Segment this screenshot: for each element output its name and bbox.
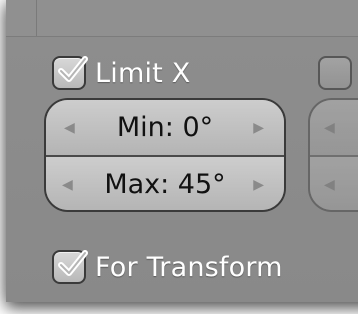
panel-header-band	[6, 0, 358, 37]
min-value-field[interactable]: ◀ Min: 0° ▶	[46, 100, 284, 157]
limit-x-label: Limit X	[95, 57, 191, 89]
max-value-label: Max: 45°	[104, 169, 226, 200]
checkmark-icon	[58, 250, 88, 276]
for-transform-checkbox[interactable]	[52, 250, 88, 284]
arrow-left-icon[interactable]: ◀	[324, 120, 335, 136]
min-value-label: Min: 0°	[116, 112, 214, 143]
limit-x-range-group: ◀ Min: 0° ▶ ◀ Max: 45° ▶	[44, 98, 286, 212]
checkmark-icon	[58, 56, 88, 82]
arrow-left-icon[interactable]: ◀	[62, 177, 73, 193]
arrow-left-icon[interactable]: ◀	[64, 120, 75, 136]
min-y-value-field[interactable]: ◀	[310, 100, 358, 157]
arrow-left-icon[interactable]: ◀	[324, 177, 335, 193]
limit-x-checkbox-row[interactable]: Limit X	[52, 56, 190, 90]
max-value-field[interactable]: ◀ Max: 45° ▶	[46, 157, 284, 210]
limit-y-range-group: ◀ ◀	[308, 98, 358, 212]
arrow-right-icon[interactable]: ▶	[253, 120, 264, 136]
canvas: Limit X ◀ Min: 0° ▶ ◀ Max: 45° ▶ For Tra…	[0, 0, 358, 314]
limit-x-checkbox[interactable]	[52, 56, 88, 90]
for-transform-label: For Transform	[95, 251, 283, 283]
limit-y-checkbox[interactable]	[318, 56, 352, 90]
max-y-value-field[interactable]: ◀	[310, 157, 358, 210]
for-transform-checkbox-row[interactable]: For Transform	[52, 250, 283, 284]
panel-divider	[36, 0, 37, 36]
arrow-right-icon[interactable]: ▶	[253, 177, 264, 193]
